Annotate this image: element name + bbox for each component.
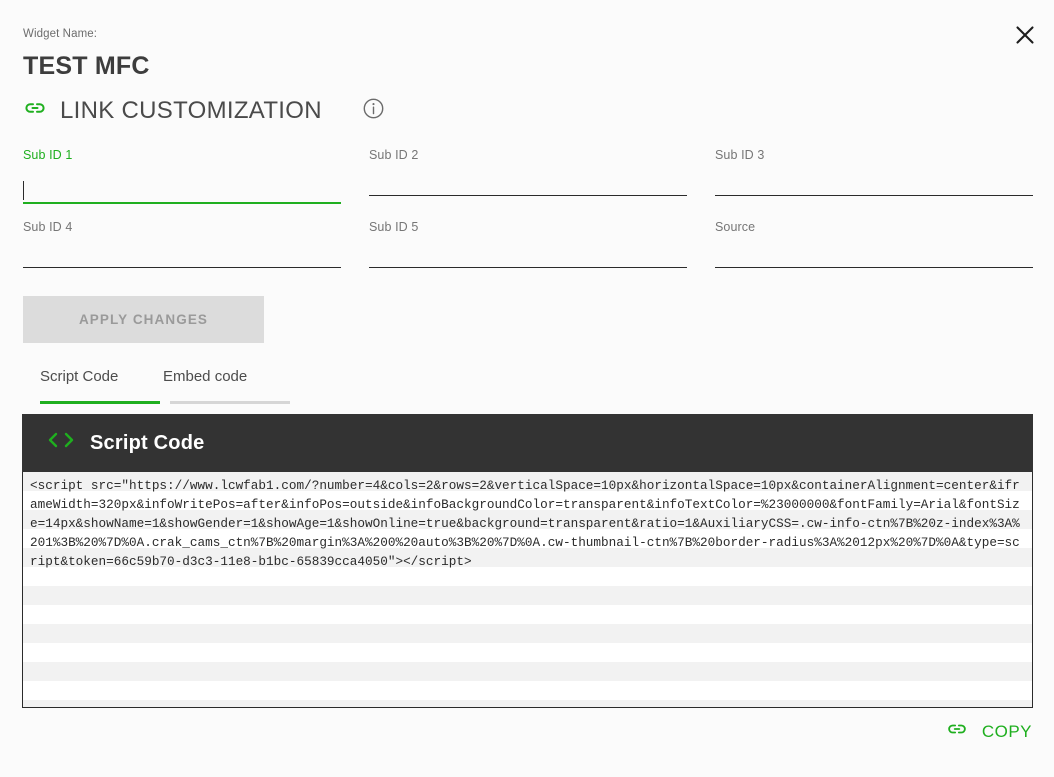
- script-code-panel: Script Code <script src="https://www.lcw…: [22, 414, 1033, 708]
- field-source[interactable]: Source: [715, 220, 1033, 268]
- script-code-text: <script src="https://www.lcwfab1.com/?nu…: [30, 478, 1020, 569]
- field-label: Source: [715, 220, 756, 234]
- field-underline: [715, 267, 1033, 268]
- sub-id-3-input[interactable]: [715, 170, 1033, 194]
- close-button[interactable]: [1010, 20, 1040, 50]
- close-icon: [1014, 24, 1036, 46]
- code-panel-title: Script Code: [90, 431, 205, 454]
- field-underline: [23, 202, 341, 204]
- field-label: Sub ID 2: [369, 148, 419, 162]
- link-icon: [946, 718, 968, 745]
- sub-id-4-input[interactable]: [23, 242, 341, 266]
- field-sub-id-3[interactable]: Sub ID 3: [715, 148, 1033, 196]
- field-sub-id-1[interactable]: Sub ID 1: [23, 148, 341, 204]
- tab-active-indicator: [40, 401, 160, 404]
- field-underline: [369, 267, 687, 268]
- field-sub-id-5[interactable]: Sub ID 5: [369, 220, 687, 268]
- widget-name-label: Widget Name:: [23, 28, 98, 40]
- link-icon: [23, 96, 47, 125]
- field-label: Sub ID 3: [715, 148, 765, 162]
- field-label: Sub ID 5: [369, 220, 419, 234]
- widget-customization-dialog: Widget Name: TEST MFC LINK CUSTOMIZATION…: [0, 0, 1054, 777]
- tab-embed-code[interactable]: Embed code: [163, 368, 247, 395]
- code-type-tabs: Script Code Embed code: [20, 368, 300, 404]
- info-icon[interactable]: [363, 98, 384, 124]
- sub-id-5-input[interactable]: [369, 242, 687, 266]
- field-sub-id-2[interactable]: Sub ID 2: [369, 148, 687, 196]
- copy-label: COPY: [981, 721, 1032, 741]
- copy-button[interactable]: COPY: [946, 718, 1032, 745]
- sub-id-2-input[interactable]: [369, 170, 687, 194]
- source-input[interactable]: [715, 242, 1033, 266]
- field-sub-id-4[interactable]: Sub ID 4: [23, 220, 341, 268]
- section-title: LINK CUSTOMIZATION: [60, 96, 322, 124]
- field-underline: [23, 267, 341, 268]
- field-label: Sub ID 1: [23, 148, 73, 162]
- tab-inactive-indicator: [170, 401, 290, 404]
- code-brackets-icon: [46, 431, 76, 455]
- sub-id-1-input[interactable]: [23, 178, 341, 202]
- tab-script-code[interactable]: Script Code: [40, 368, 118, 395]
- apply-changes-button[interactable]: APPLY CHANGES: [23, 296, 264, 343]
- field-label: Sub ID 4: [23, 220, 73, 234]
- code-body[interactable]: <script src="https://www.lcwfab1.com/?nu…: [22, 472, 1033, 708]
- field-underline: [369, 195, 687, 196]
- page-title: TEST MFC: [23, 52, 150, 80]
- field-underline: [715, 195, 1033, 196]
- section-header: LINK CUSTOMIZATION: [23, 96, 384, 125]
- code-panel-header: Script Code: [22, 414, 1033, 472]
